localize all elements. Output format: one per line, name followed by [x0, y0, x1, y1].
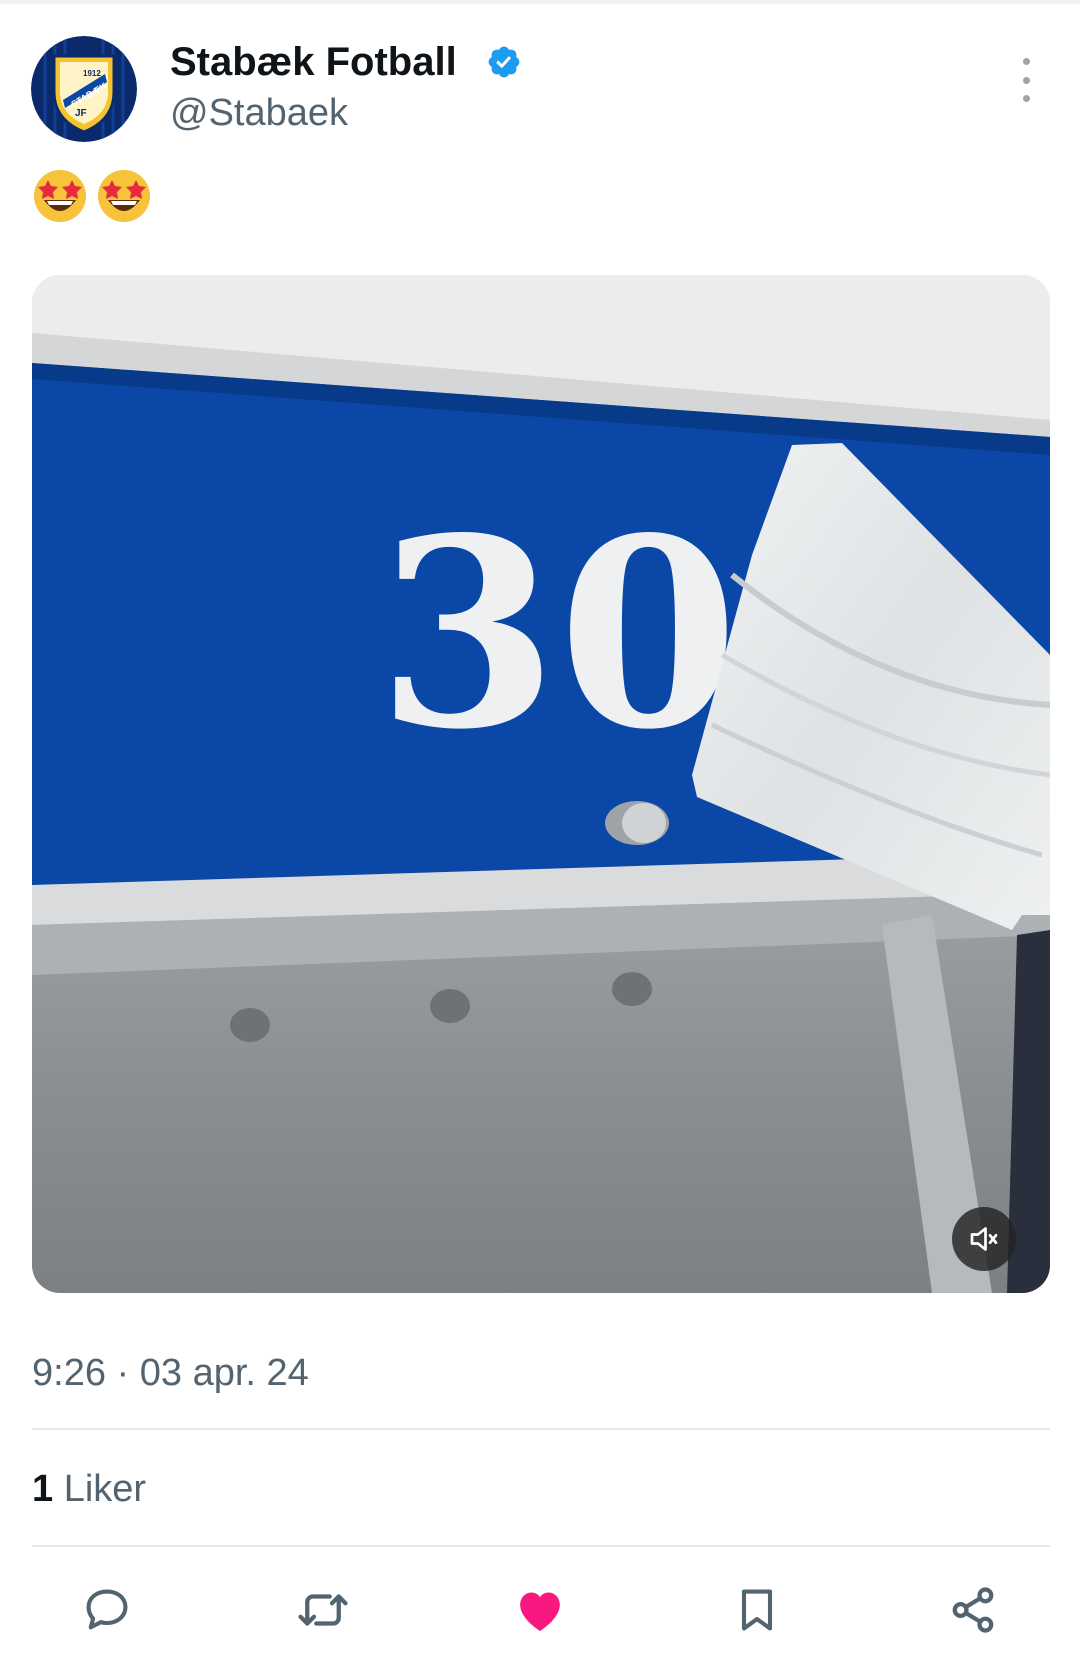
- timestamp-separator: ·: [116, 1352, 130, 1394]
- heart-icon: [520, 1592, 560, 1631]
- bookmark-icon: [741, 1589, 773, 1631]
- stabaek-crest-icon: 1912 JF STABÆK: [31, 36, 137, 142]
- likes-stat[interactable]: 1 Liker: [32, 1466, 146, 1512]
- star-struck-emoji: [98, 170, 150, 222]
- tweet-text: [31, 166, 153, 230]
- star-struck-emoji: [34, 170, 86, 222]
- share-icon: [952, 1587, 994, 1633]
- tweet-timestamp[interactable]: 9:26 · 03 apr. 24: [32, 1350, 309, 1396]
- action-bar: [0, 1575, 1080, 1645]
- timestamp-date: 03 apr. 24: [139, 1352, 309, 1394]
- avatar[interactable]: 1912 JF STABÆK: [31, 36, 137, 142]
- retweet-button[interactable]: [288, 1575, 358, 1645]
- mute-toggle-button[interactable]: [952, 1207, 1016, 1271]
- author-name[interactable]: Stabæk Fotball: [170, 38, 457, 86]
- likes-label: Liker: [63, 1468, 147, 1510]
- video-frame: 30: [32, 275, 1050, 1293]
- reply-button[interactable]: [72, 1575, 142, 1645]
- verified-badge-icon: [488, 46, 520, 78]
- share-button[interactable]: [938, 1575, 1008, 1645]
- svg-text:1912: 1912: [83, 69, 101, 78]
- like-button[interactable]: [505, 1575, 575, 1645]
- svg-text:30: 30: [377, 482, 739, 787]
- retweet-icon: [298, 1594, 348, 1626]
- divider: [32, 1428, 1050, 1430]
- svg-text:JF: JF: [75, 108, 87, 119]
- tweet-video[interactable]: 30: [32, 275, 1050, 1293]
- top-divider: [0, 0, 1080, 4]
- reply-icon: [86, 1589, 128, 1630]
- more-options-icon[interactable]: [1006, 58, 1046, 102]
- divider: [32, 1545, 1050, 1547]
- author-handle[interactable]: @Stabaek: [170, 90, 348, 136]
- bookmark-button[interactable]: [722, 1575, 792, 1645]
- likes-count: 1: [32, 1468, 54, 1510]
- muted-speaker-icon: [970, 1227, 998, 1251]
- timestamp-time: 9:26: [32, 1352, 106, 1394]
